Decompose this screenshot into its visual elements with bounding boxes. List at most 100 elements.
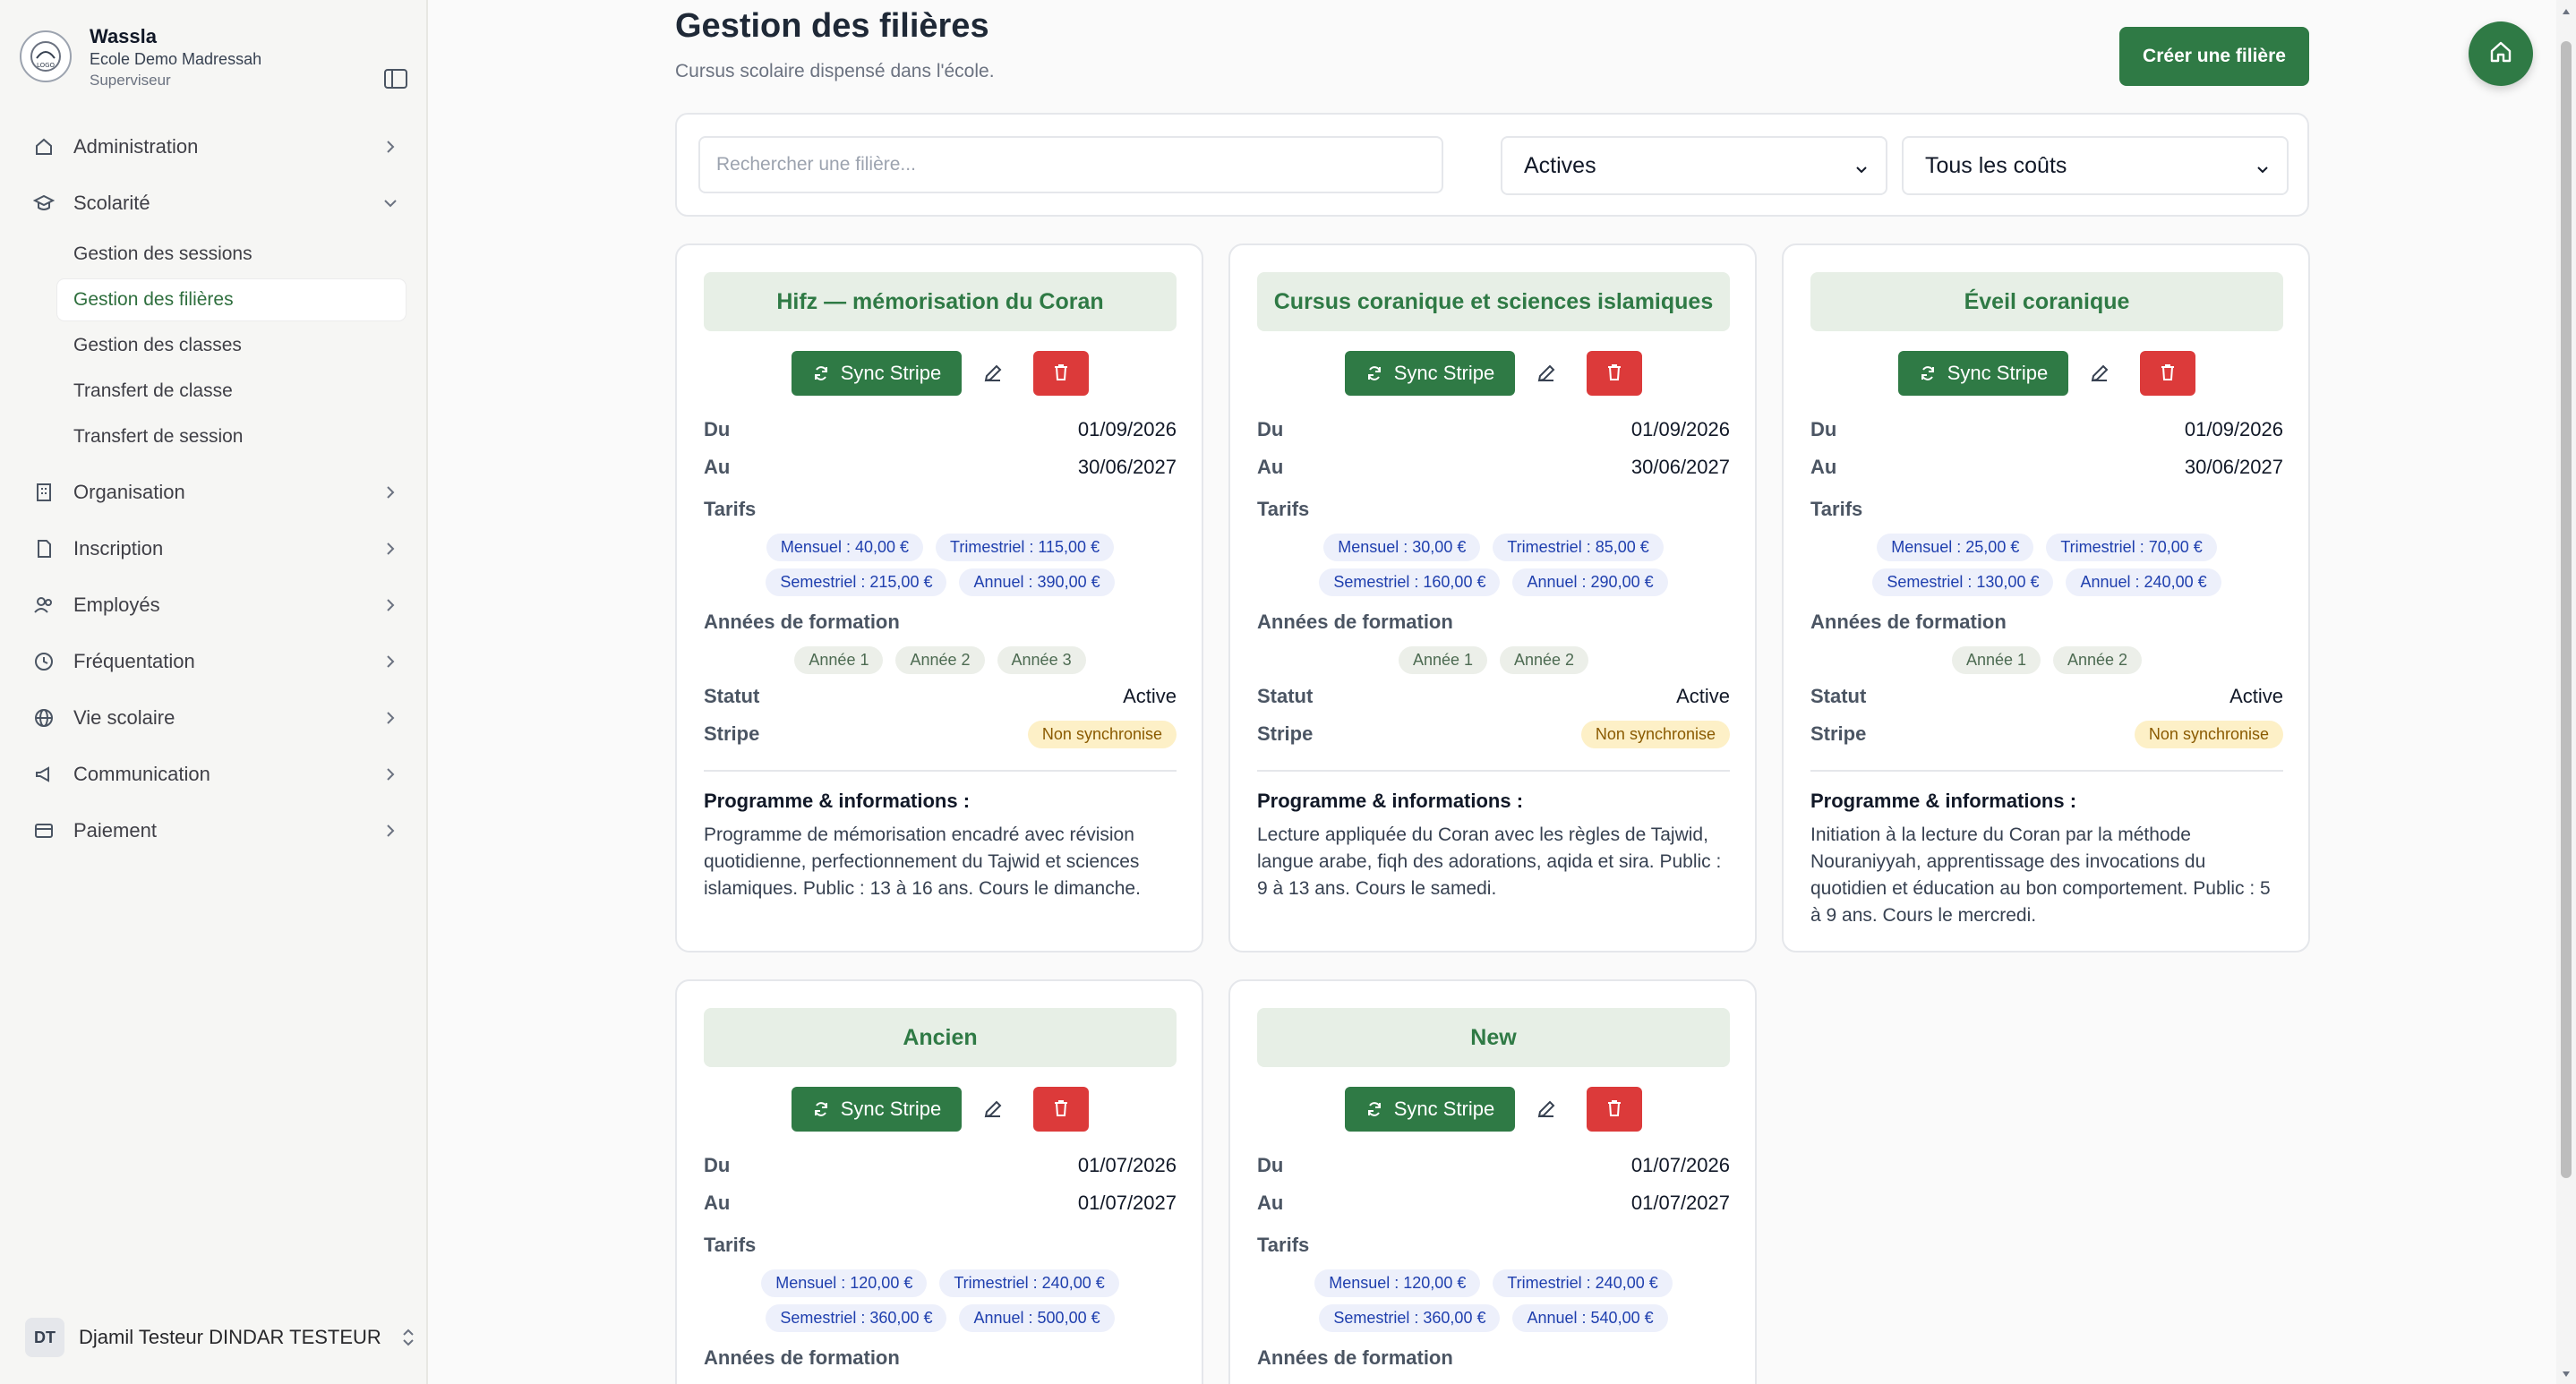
status-select-value: Actives [1524,152,1596,178]
card-title: Cursus coranique et sciences islamiques [1257,272,1730,331]
status-badge: Non synchronise [2134,720,2283,748]
trash-icon [1605,363,1623,385]
cost-select[interactable]: Tous les coûts [1902,136,2289,195]
sidebar-subitem-transfert-session[interactable]: Transfert de session [57,416,406,457]
au-value: 30/06/2027 [2184,456,2283,478]
tarifs-label: Tarifs [1257,1234,1310,1256]
sidebar-item-vie-scolaire[interactable]: Vie scolaire [32,696,399,739]
brand-name: Wassla [90,25,158,47]
brand-school: Ecole Demo Madressah [90,50,262,68]
sidebar-item-scolarite[interactable]: Scolarité [32,182,399,225]
home-fab-button[interactable] [2469,21,2533,86]
annees-label: Années de formation [704,611,900,633]
sidebar-item-paiement[interactable]: Paiement [32,809,399,852]
tarif-chip: Annuel : 500,00 € [959,1304,1115,1332]
sidebar-item-communication[interactable]: Communication [32,753,399,796]
sync-stripe-button[interactable]: Sync Stripe [1898,351,2068,396]
card-actions: Sync Stripe [1230,351,1755,396]
tarifs-row: Semestriel : 360,00 € Annuel : 540,00 € [1257,1304,1730,1332]
statut-label: Statut [1810,685,1867,707]
home-icon [2487,38,2514,70]
delete-button[interactable] [1587,351,1642,396]
tarifs-row: Semestriel : 215,00 € Annuel : 390,00 € [704,568,1177,596]
tarif-chip: Mensuel : 40,00 € [766,534,924,561]
sidebar-item-frequentation[interactable]: Fréquentation [32,640,399,683]
sidebar-subitem-filieres[interactable]: Gestion des filières [57,279,406,320]
annees-row: Année 1 Année 2 [1810,646,2283,674]
scrollbar[interactable] [2556,0,2576,1384]
date-end-row: Au 30/06/2027 [704,453,1177,482]
sidebar-item-label: Scolarité [73,192,150,214]
delete-button[interactable] [1033,351,1089,396]
search-input[interactable] [698,136,1443,193]
tarif-chip: Trimestriel : 240,00 € [939,1269,1119,1297]
chevron-right-icon [381,709,399,727]
edit-icon[interactable] [2086,360,2113,387]
sync-stripe-label: Sync Stripe [840,1098,942,1120]
filiere-card: Éveil coranique Sync Stripe Du 01/09/2026… [1782,243,2310,953]
statut-value: Active [1123,685,1177,707]
refresh-icon [1365,364,1383,382]
tarif-chip: Semestriel : 360,00 € [766,1304,947,1332]
du-value: 01/07/2026 [1077,1154,1177,1176]
sync-stripe-button[interactable]: Sync Stripe [792,1087,962,1132]
edit-icon[interactable] [980,1096,1006,1123]
sidebar-toggle-icon[interactable] [383,68,412,93]
sync-stripe-button[interactable]: Sync Stripe [792,351,962,396]
filiere-card: Ancien Sync Stripe Du 01/07/2026 Au 01/07/… [675,979,1203,1384]
user-name: Djamil Testeur DINDAR TESTEUR [79,1326,381,1348]
sidebar-item-inscription[interactable]: Inscription [32,527,399,570]
du-value: 01/07/2026 [1630,1154,1730,1176]
sidebar-item-organisation[interactable]: Organisation [32,471,399,514]
delete-button[interactable] [1033,1087,1089,1132]
status-select[interactable]: Actives [1501,136,1887,195]
create-filiere-button[interactable]: Créer une filière [2119,27,2309,86]
sidebar-item-label: Administration [73,135,199,158]
tarif-chip: Trimestriel : 70,00 € [2046,534,2217,561]
annees-row: Année 1 Année 2 Année 3 [704,646,1177,674]
tarif-chip: Semestriel : 160,00 € [1319,568,1501,596]
date-end-row: Au 30/06/2027 [1810,453,2283,482]
delete-button[interactable] [2140,351,2195,396]
annees-label: Années de formation [704,1346,900,1369]
sidebar-item-administration[interactable]: Administration [32,125,399,168]
user-menu[interactable]: DT Djamil Testeur DINDAR TESTEUR [25,1316,419,1359]
edit-icon[interactable] [1533,360,1560,387]
status-badge: Non synchronise [1580,720,1730,748]
tarifs-row: Mensuel : 25,00 € Trimestriel : 70,00 € [1810,534,2283,561]
programme-text: Initiation à la lecture du Coran par la … [1810,824,2271,926]
scroll-thumb[interactable] [2561,41,2572,1178]
app-root: LOGO Wassla Ecole Demo Madressah Supervi… [0,0,2576,1384]
du-value: 01/09/2026 [1630,418,1730,440]
stripe-label: Stripe [704,722,760,745]
trash-icon [1605,1098,1623,1121]
sidebar-item-employes[interactable]: Employés [32,584,399,627]
au-label: Au [704,456,731,478]
sync-stripe-button[interactable]: Sync Stripe [1345,1087,1515,1132]
delete-button[interactable] [1587,1087,1642,1132]
edit-icon[interactable] [980,360,1006,387]
tarif-chip: Semestriel : 215,00 € [766,568,947,596]
annees-label: Années de formation [1257,611,1453,633]
tarif-chip: Trimestriel : 115,00 € [936,534,1115,561]
statut-value: Active [1676,685,1730,707]
sidebar-subitem-sessions[interactable]: Gestion des sessions [57,234,406,275]
scroll-down-icon[interactable] [2561,1368,2572,1379]
chevron-right-icon [381,765,399,783]
card-title: Ancien [704,1008,1177,1067]
sync-stripe-label: Sync Stripe [1393,362,1495,384]
card-title: New [1257,1008,1730,1067]
divider [1810,770,2283,772]
tarifs-label: Tarifs [704,1234,757,1256]
edit-icon[interactable] [1533,1096,1560,1123]
du-label: Du [704,418,731,440]
sidebar-subitem-classes[interactable]: Gestion des classes [57,325,406,366]
au-label: Au [1810,456,1837,478]
du-value: 01/09/2026 [1077,418,1177,440]
card-title: Hifz — mémorisation du Coran [704,272,1177,331]
chevron-down-icon [1853,158,1870,174]
scroll-up-icon[interactable] [2561,5,2572,16]
tarifs-row: Mensuel : 30,00 € Trimestriel : 85,00 € [1257,534,1730,561]
sync-stripe-button[interactable]: Sync Stripe [1345,351,1515,396]
sidebar-subitem-transfert-classe[interactable]: Transfert de classe [57,371,406,412]
